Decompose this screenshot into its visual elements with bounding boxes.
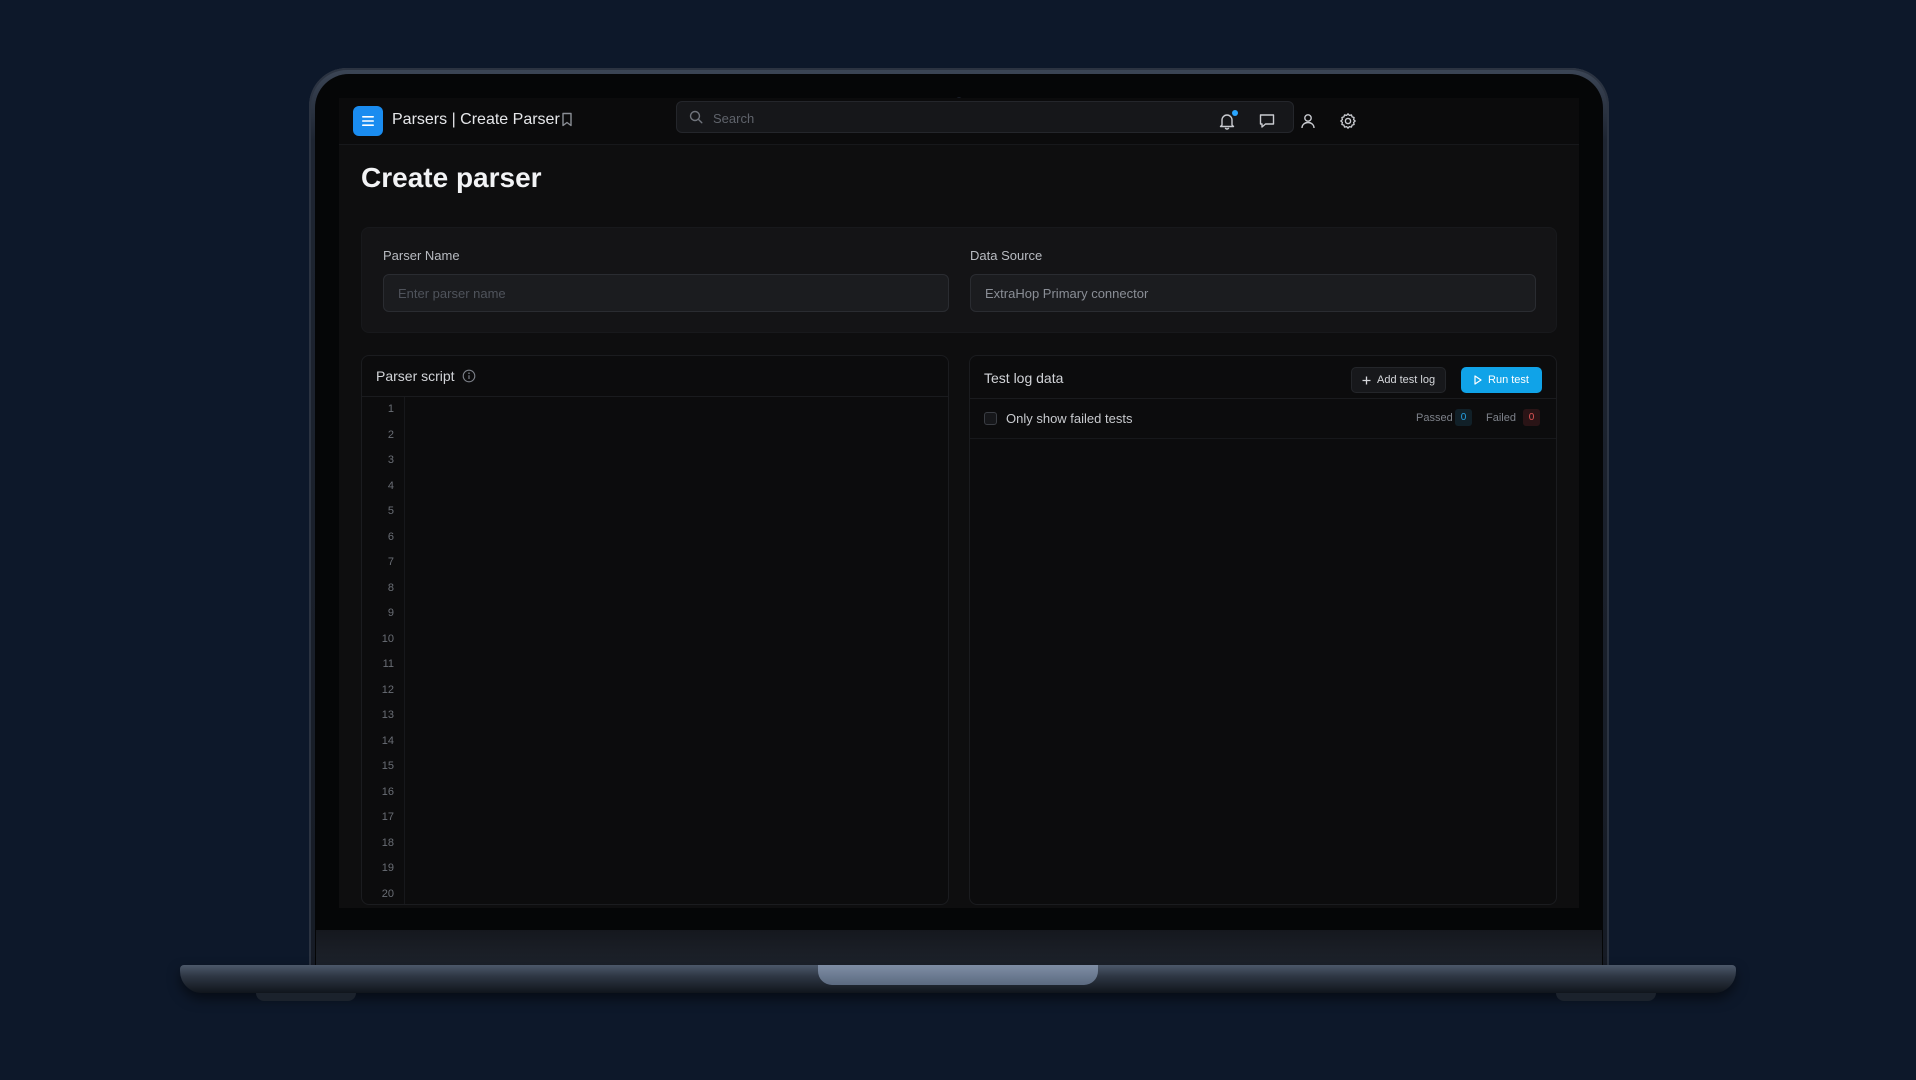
notifications-button[interactable]: [1216, 110, 1238, 132]
menu-button[interactable]: [353, 106, 383, 136]
bookmark-button[interactable]: [561, 112, 573, 132]
top-bar: Parsers | Create Parser: [339, 98, 1579, 145]
failed-count-badge: 0: [1523, 409, 1540, 426]
line-number: 14: [381, 734, 394, 747]
line-number-gutter: 1 2 3 4 5 6 7 8 9 10 11 12 13 14 15 16 1…: [362, 397, 405, 904]
line-number: 4: [387, 479, 394, 492]
parser-name-label: Parser Name: [383, 248, 460, 263]
passed-label: Passed: [1416, 412, 1453, 424]
parser-name-input[interactable]: [383, 274, 949, 312]
user-icon: [1301, 114, 1315, 129]
breadcrumb: Parsers | Create Parser: [392, 111, 560, 128]
search-bar[interactable]: [676, 101, 1294, 134]
page-title: Create parser: [361, 162, 542, 193]
messages-button[interactable]: [1256, 110, 1278, 132]
profile-button[interactable]: [1297, 110, 1319, 132]
line-number: 11: [382, 658, 394, 670]
trackpad-notch: [818, 965, 1098, 985]
test-filter-row: Only show failed tests Passed 0 Failed 0: [970, 398, 1556, 439]
passed-count-badge: 0: [1455, 409, 1472, 426]
search-input[interactable]: [711, 102, 1275, 134]
line-number: 3: [387, 454, 394, 466]
test-log-title: Test log data: [984, 370, 1064, 386]
laptop-foot-left: [256, 993, 356, 1001]
line-number: 9: [387, 607, 394, 619]
app-screen: Parsers | Create Parser Search Create pa…: [339, 98, 1579, 908]
menu-icon: [362, 116, 374, 126]
test-log-header: Test log data Add test log Run test: [970, 356, 1556, 399]
line-number: 6: [387, 530, 394, 543]
line-number: 18: [381, 836, 394, 849]
notification-dot: [1232, 110, 1238, 116]
add-test-log-label: Add test log: [1377, 374, 1436, 386]
search-icon: [689, 110, 703, 124]
failed-label: Failed: [1486, 412, 1516, 424]
line-number: 2: [387, 428, 394, 441]
line-number: 13: [381, 709, 394, 721]
play-icon: [1474, 375, 1482, 385]
line-number: 15: [381, 760, 394, 772]
settings-button[interactable]: [1337, 110, 1359, 132]
add-test-log-button[interactable]: Add test log: [1351, 367, 1447, 393]
info-icon[interactable]: [462, 369, 476, 383]
line-number: 1: [387, 403, 394, 415]
line-number: 16: [381, 785, 394, 798]
run-test-button[interactable]: Run test: [1461, 367, 1542, 393]
line-number: 12: [381, 683, 394, 696]
line-number: 8: [387, 581, 394, 594]
script-editor[interactable]: [405, 397, 948, 904]
parser-script-title: Parser script: [376, 368, 455, 384]
line-number: 10: [381, 632, 394, 645]
run-test-label: Run test: [1488, 374, 1529, 386]
line-number: 7: [387, 556, 394, 568]
test-log-panel: Test log data Add test log Run test Only…: [969, 355, 1557, 905]
data-source-label: Data Source: [970, 248, 1043, 263]
gear-icon: [1340, 113, 1356, 129]
data-source-select[interactable]: [970, 274, 1536, 312]
parser-script-panel: Parser script 1 2 3 4 5 6 7 8 9 10 11 12…: [361, 355, 949, 905]
failed-only-label[interactable]: Only show failed tests: [1006, 411, 1132, 426]
bookmark-icon: [562, 112, 572, 127]
parser-form: Parser Name Data Source: [361, 227, 1557, 333]
line-number: 20: [381, 887, 394, 900]
screen-chin: [316, 930, 1602, 966]
parser-script-header: Parser script: [362, 356, 948, 397]
laptop-foot-right: [1556, 993, 1656, 1001]
line-number: 5: [387, 505, 394, 517]
line-number: 19: [381, 862, 394, 874]
chat-icon: [1259, 114, 1275, 128]
plus-icon: [1362, 376, 1371, 384]
line-number: 17: [381, 811, 394, 823]
failed-only-checkbox[interactable]: [984, 412, 997, 425]
